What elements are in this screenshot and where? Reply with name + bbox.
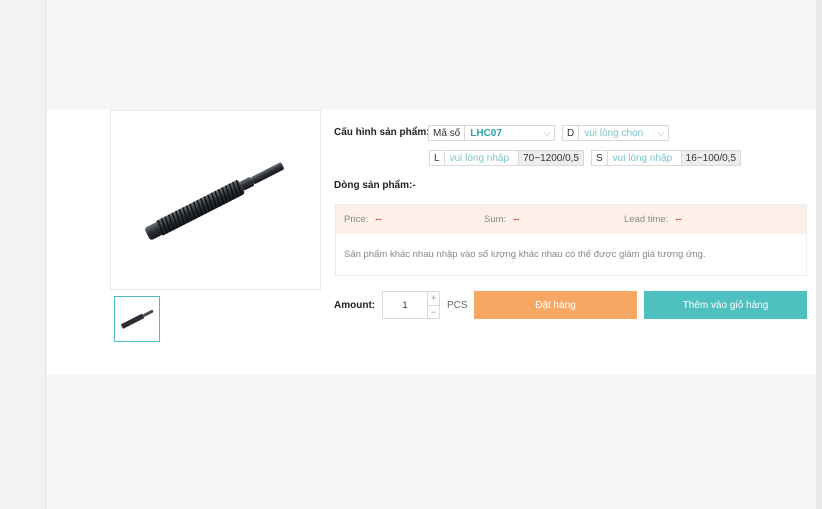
product-thumbnail[interactable] [114,296,160,342]
add-to-cart-button[interactable]: Thêm vào giỏ hàng [644,291,807,319]
sum-value: -- [513,214,520,225]
top-section [47,0,816,110]
product-card: Cấu hình sản phẩm: Mã số LHC07 ⌵ D vui l… [47,110,816,375]
quantity-input[interactable] [383,292,427,318]
price-item: Price: -- [344,205,382,234]
scrollbar-track[interactable] [816,0,822,509]
stepper-buttons: + − [427,292,439,318]
product-main-image [110,110,321,290]
bottom-section [47,375,816,509]
increment-button[interactable]: + [428,292,439,306]
code-prefix: Mã số [429,126,466,140]
s-input[interactable]: S vui lòng nhập 16~100/0,5 [591,150,741,166]
product-line-value: - [412,180,416,191]
chevron-down-icon: ⌵ [657,127,665,138]
lead-screw-thumb-image [121,309,154,329]
d-placeholder: vui lòng chọn [584,127,644,139]
code-value: LHC07 [470,127,502,139]
lead-time-value: -- [675,214,682,225]
lead-time-label: Lead time: [624,214,669,225]
decrement-button[interactable]: − [428,306,439,319]
config-label: Cấu hình sản phẩm: [334,127,430,138]
left-gutter [0,0,46,509]
discount-note: Sản phẩm khác nhau nhập vào số lượng khá… [344,249,706,260]
price-label: Price: [344,214,369,225]
amount-label: Amount: [334,300,376,311]
product-line: Dòng sản phẩm:- [334,180,416,191]
chevron-down-icon: ⌵ [543,127,551,138]
code-select[interactable]: Mã số LHC07 ⌵ [428,125,555,141]
l-prefix: L [430,151,445,165]
lead-time-item: Lead time: -- [624,205,682,234]
l-placeholder[interactable]: vui lòng nhập [445,151,519,165]
quantity-stepper[interactable]: + − [382,291,440,319]
sum-label: Sum: [484,214,507,225]
l-range: 70~1200/0,5 [518,151,583,165]
unit-label: PCS [447,300,468,311]
d-prefix: D [563,126,580,140]
sum-item: Sum: -- [484,205,520,234]
price-header: Price: -- Sum: -- Lead time: -- [336,205,806,234]
order-button[interactable]: Đặt hàng [474,291,637,319]
lead-screw-image [145,162,284,240]
s-range: 16~100/0,5 [680,151,740,165]
price-box: Price: -- Sum: -- Lead time: -- Sản phẩm… [335,204,807,276]
product-line-label: Dòng sản phẩm: [334,180,413,191]
l-input[interactable]: L vui lòng nhập 70~1200/0,5 [429,150,584,166]
s-placeholder[interactable]: vui lòng nhập [608,151,681,165]
d-select[interactable]: D vui lòng chọn ⌵ [562,125,669,141]
s-prefix: S [592,151,608,165]
price-value: -- [375,214,382,225]
